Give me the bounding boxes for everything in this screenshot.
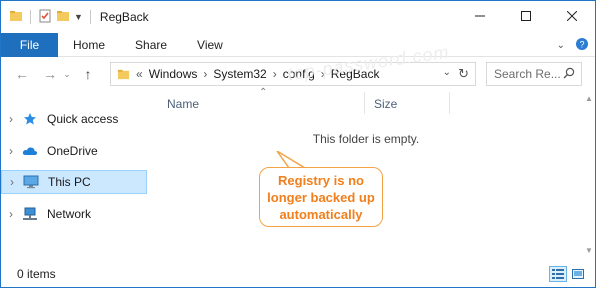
details-view-button[interactable] xyxy=(549,266,567,282)
back-button[interactable]: ← xyxy=(11,63,33,85)
status-bar: 0 items xyxy=(1,261,595,287)
tab-file[interactable]: File xyxy=(1,32,58,57)
chevron-right-icon[interactable]: › xyxy=(1,207,21,221)
properties-icon[interactable] xyxy=(38,9,52,26)
breadcrumb-overflow[interactable]: « xyxy=(136,67,143,81)
breadcrumb-chevron-icon[interactable]: › xyxy=(203,67,207,81)
sidebar-item-label: Network xyxy=(47,207,92,221)
item-count: 0 items xyxy=(17,267,56,281)
recent-locations-button[interactable]: ⌄ xyxy=(61,63,73,85)
caption-buttons xyxy=(457,1,595,31)
search-placeholder: Search Re... xyxy=(494,67,561,81)
help-icon[interactable]: ? xyxy=(575,37,589,54)
minimize-button[interactable] xyxy=(457,1,503,31)
chevron-right-icon[interactable]: › xyxy=(2,175,22,189)
chevron-right-icon[interactable]: › xyxy=(1,144,21,158)
expand-ribbon-icon[interactable]: ⌄ xyxy=(557,40,565,51)
toolbar-separator xyxy=(89,10,91,24)
up-button[interactable]: ↑ xyxy=(77,63,99,85)
breadcrumb-system32[interactable]: System32 xyxy=(213,67,266,81)
forward-button[interactable]: → xyxy=(39,63,61,85)
folder-icon xyxy=(117,68,130,81)
navigation-pane: › Quick access › OneDrive › This PC › Ne… xyxy=(1,90,149,258)
explorer-window: ▼ RegBack File Home Share View ⌄ ? ← → ⌄… xyxy=(0,0,596,288)
callout-text: Registry is no longer backed up automati… xyxy=(267,172,375,222)
ribbon-controls: ⌄ ? xyxy=(557,33,589,57)
view-toggle xyxy=(549,266,587,282)
column-header-size[interactable]: Size xyxy=(374,97,397,111)
column-divider[interactable] xyxy=(364,92,365,114)
tab-share[interactable]: Share xyxy=(120,33,182,57)
column-divider[interactable] xyxy=(449,92,450,114)
refresh-icon[interactable]: ↻ xyxy=(458,66,469,82)
svg-text:?: ? xyxy=(579,39,584,49)
close-button[interactable] xyxy=(549,1,595,31)
sidebar-item-label: Quick access xyxy=(47,112,119,126)
address-dropdown-icon[interactable]: ⌄ xyxy=(443,67,451,78)
customize-toolbar-icon[interactable]: ▼ xyxy=(74,12,83,22)
sidebar-item-network[interactable]: › Network xyxy=(1,202,147,226)
sidebar-item-onedrive[interactable]: › OneDrive xyxy=(1,139,147,163)
sidebar-item-quick-access[interactable]: › Quick access xyxy=(1,107,147,131)
sidebar-item-this-pc[interactable]: › This PC xyxy=(1,170,147,194)
star-icon xyxy=(21,111,39,127)
empty-folder-message: This folder is empty. xyxy=(312,132,420,146)
new-folder-icon[interactable] xyxy=(56,9,70,26)
column-header-name[interactable]: Name xyxy=(167,97,199,111)
search-icon xyxy=(563,67,575,82)
sort-indicator-icon: ⌃ xyxy=(259,87,268,98)
vertical-scrollbar[interactable]: ▲ ▼ xyxy=(583,90,595,258)
folder-icon xyxy=(9,9,23,26)
sidebar-item-label: This PC xyxy=(48,175,91,189)
ribbon-tabs: File Home Share View ⌄ ? xyxy=(1,32,595,57)
title-bar: ▼ RegBack xyxy=(1,1,595,33)
toolbar-separator xyxy=(30,10,31,24)
column-header-row: ⌃ Name Size xyxy=(149,87,583,116)
sidebar-item-label: OneDrive xyxy=(47,144,98,158)
quick-access-toolbar: ▼ xyxy=(1,1,94,33)
network-icon xyxy=(21,206,39,222)
scroll-up-icon[interactable]: ▲ xyxy=(583,92,595,104)
breadcrumb-chevron-icon[interactable]: › xyxy=(273,67,277,81)
tab-home[interactable]: Home xyxy=(58,33,120,57)
window-title: RegBack xyxy=(99,10,149,24)
chevron-right-icon[interactable]: › xyxy=(1,112,21,126)
search-input[interactable]: Search Re... xyxy=(486,62,582,86)
callout-annotation: Registry is no longer backed up automati… xyxy=(259,167,383,227)
maximize-button[interactable] xyxy=(503,1,549,31)
tab-view[interactable]: View xyxy=(182,33,238,57)
computer-icon xyxy=(22,174,40,190)
cloud-icon xyxy=(21,143,39,159)
breadcrumb-windows[interactable]: Windows xyxy=(149,67,198,81)
scroll-down-icon[interactable]: ▼ xyxy=(583,244,595,256)
large-icons-view-button[interactable] xyxy=(569,266,587,282)
